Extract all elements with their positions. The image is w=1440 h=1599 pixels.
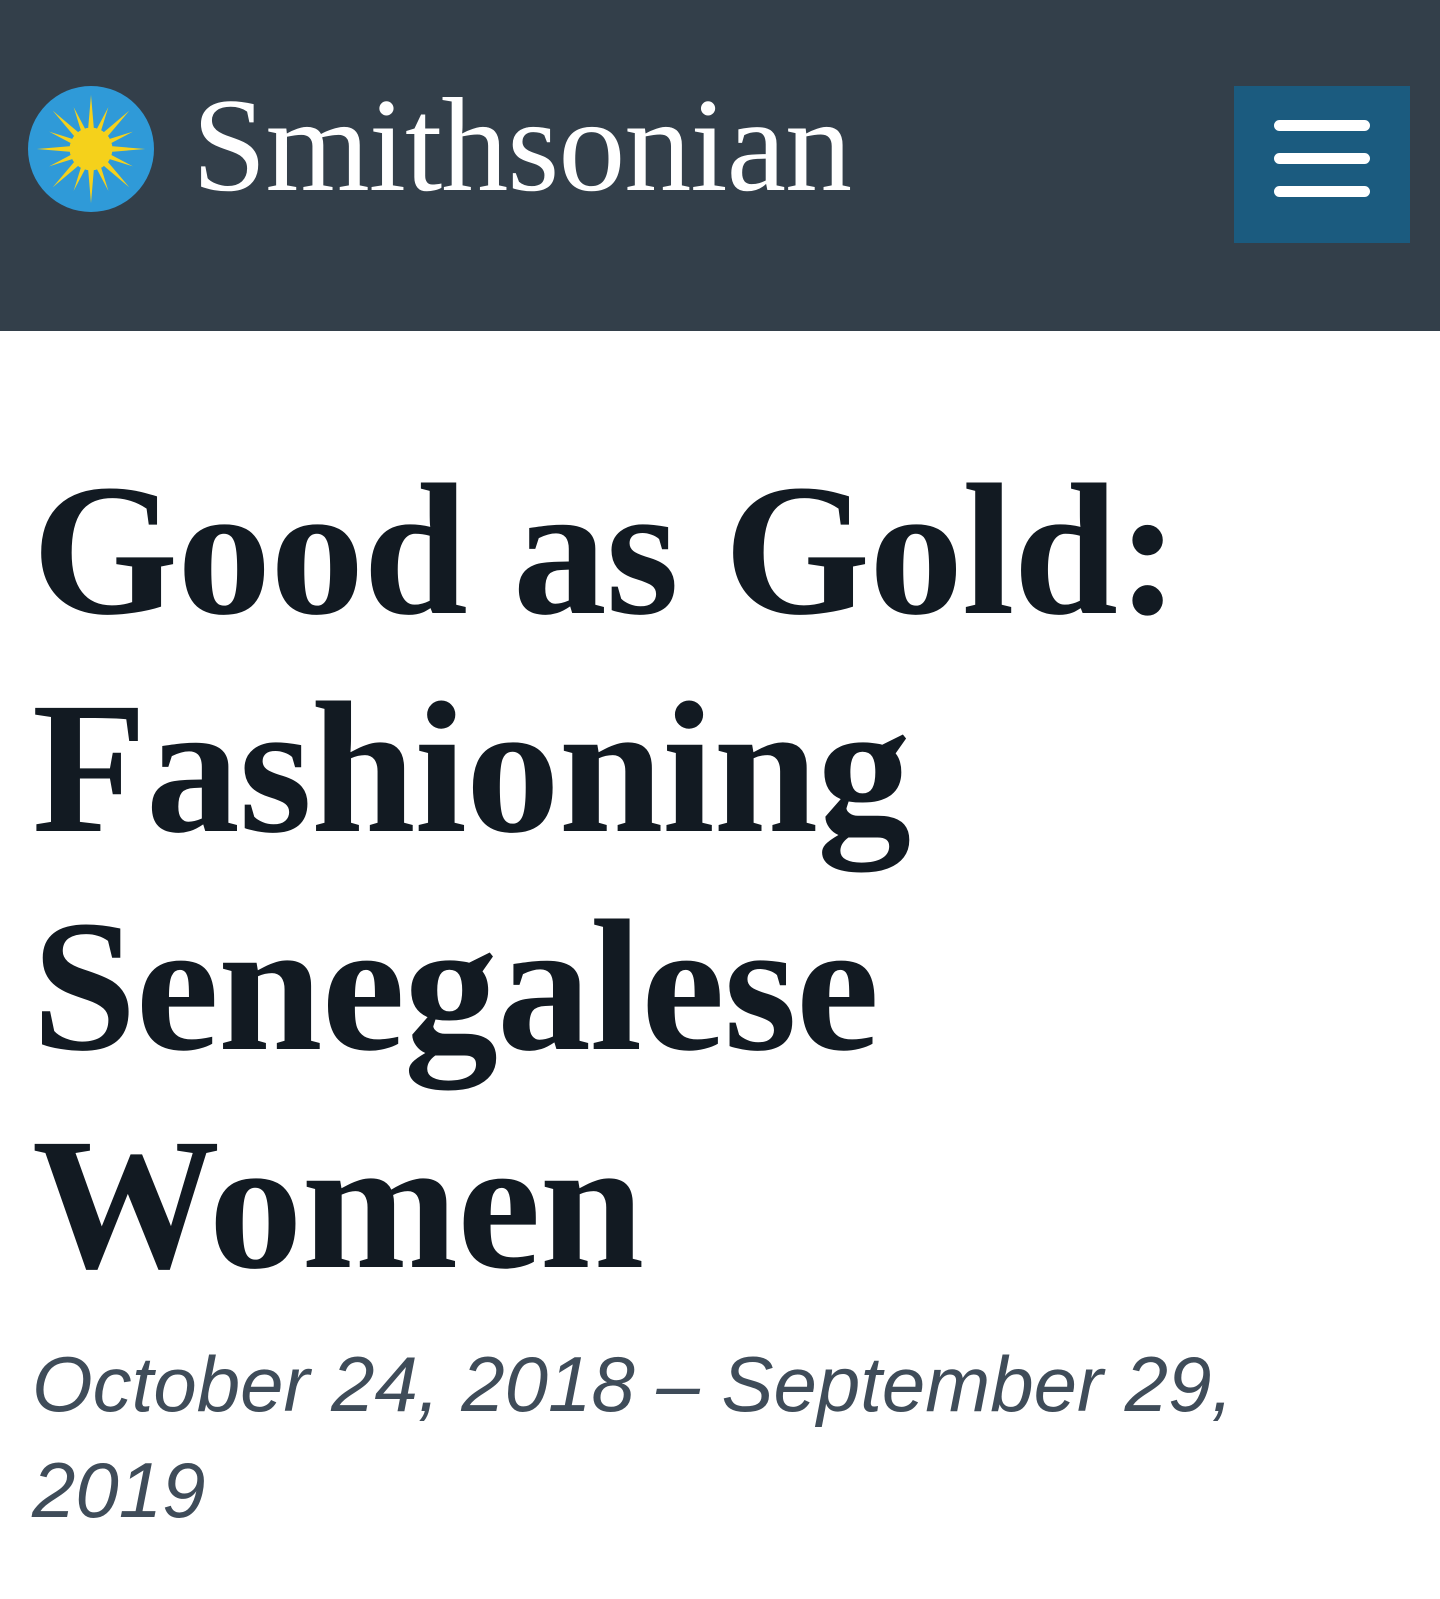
menu-button[interactable] [1234, 86, 1410, 243]
menu-bar-bottom [1274, 186, 1370, 197]
exhibition-dates: October 24, 2018 – September 29, 2019 [32, 1340, 1234, 1534]
exhibition-title: Good as Gold: Fashioning Senegalese Wome… [32, 445, 1180, 1308]
brand-wordmark: Smithsonian [192, 71, 852, 219]
menu-bar-top [1274, 120, 1370, 131]
smithsonian-sun-icon [28, 86, 154, 212]
site-header: Smithsonian [0, 0, 1440, 331]
smithsonian-home-link[interactable]: Smithsonian [28, 78, 852, 214]
menu-bar-middle [1274, 153, 1370, 164]
